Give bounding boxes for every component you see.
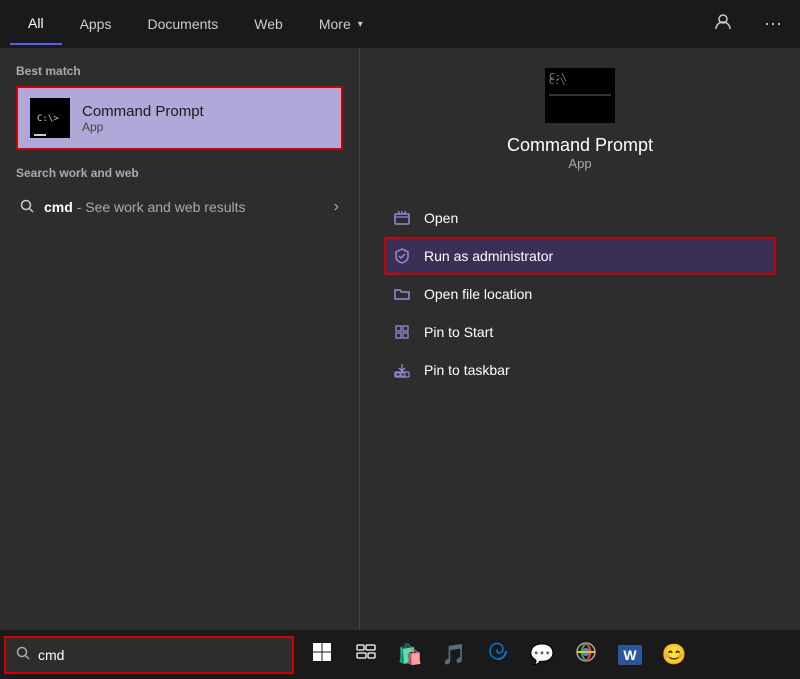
taskbar-spotify[interactable]: 🎵: [434, 636, 474, 674]
action-open[interactable]: Open: [384, 199, 776, 237]
tab-web[interactable]: Web: [236, 4, 301, 44]
action-run-admin[interactable]: Run as administrator: [384, 237, 776, 275]
start-menu: All Apps Documents Web More ▾ ⋯ Best mat…: [0, 0, 800, 630]
chrome-icon: [575, 641, 597, 668]
spotify-icon: 🎵: [442, 642, 467, 667]
app-name: Command Prompt: [82, 103, 204, 120]
taskbar-store[interactable]: 🛍️: [390, 636, 430, 674]
svg-text:C:\: C:\: [549, 77, 565, 87]
store-icon: 🛍️: [398, 642, 423, 667]
taskbar-edge[interactable]: [478, 636, 518, 674]
pin-taskbar-label: Pin to taskbar: [424, 362, 510, 378]
search-web-row[interactable]: cmd - See work and web results ›: [16, 190, 343, 224]
pin-start-icon: [392, 322, 412, 342]
more-options-button[interactable]: ⋯: [756, 10, 790, 39]
action-pin-taskbar[interactable]: Pin to taskbar: [384, 351, 776, 389]
taskbar-chrome[interactable]: [566, 636, 606, 674]
search-web-text: cmd - See work and web results: [44, 199, 246, 215]
tab-more[interactable]: More ▾: [301, 4, 381, 44]
nav-right-icons: ⋯: [706, 9, 790, 40]
shield-icon: [392, 246, 412, 266]
taskbar-teams[interactable]: 💬: [522, 636, 562, 674]
app-preview: C:\ Command Prompt App: [384, 68, 776, 171]
teams-icon: 💬: [530, 642, 555, 667]
taskbar-items: 🛍️ 🎵 💬: [294, 636, 800, 674]
action-list: Open Run as administrator: [384, 199, 776, 389]
nav-bar: All Apps Documents Web More ▾ ⋯: [0, 0, 800, 48]
search-icon: [20, 199, 34, 216]
search-input[interactable]: [38, 647, 282, 663]
user-icon: [714, 13, 732, 31]
pin-start-label: Pin to Start: [424, 324, 493, 340]
best-match-label: Best match: [16, 64, 343, 78]
task-view-icon: [356, 644, 376, 665]
left-panel: Best match C:\> Command Prompt App Searc…: [0, 48, 360, 630]
app-icon: C:\>: [30, 98, 70, 138]
app-preview-icon: C:\: [545, 68, 615, 123]
action-pin-start[interactable]: Pin to Start: [384, 313, 776, 351]
folder-icon: [392, 284, 412, 304]
right-panel: C:\ Command Prompt App: [360, 48, 800, 630]
task-view-button[interactable]: [346, 636, 386, 674]
app-info: Command Prompt App: [82, 103, 204, 134]
taskbar-user[interactable]: 😊: [654, 636, 694, 674]
chevron-down-icon: ▾: [358, 19, 363, 30]
search-web-label: Search work and web: [16, 166, 343, 180]
app-type: App: [82, 120, 204, 134]
word-icon: W: [618, 645, 641, 665]
main-content: Best match C:\> Command Prompt App Searc…: [0, 48, 800, 630]
search-box[interactable]: [4, 636, 294, 674]
app-preview-name: Command Prompt: [507, 135, 653, 156]
tab-all[interactable]: All: [10, 3, 62, 45]
search-chevron-icon: ›: [334, 198, 339, 216]
cmd-preview-svg: C:\: [545, 68, 615, 123]
pin-taskbar-icon: [392, 360, 412, 380]
start-button[interactable]: [302, 636, 342, 674]
taskbar: 🛍️ 🎵 💬: [0, 630, 800, 679]
action-open-location[interactable]: Open file location: [384, 275, 776, 313]
cmd-icon-svg: C:\>: [35, 108, 65, 128]
run-admin-label: Run as administrator: [424, 248, 553, 264]
tab-documents[interactable]: Documents: [129, 4, 236, 44]
app-preview-type: App: [568, 156, 591, 171]
open-label: Open: [424, 210, 458, 226]
user-icon-button[interactable]: [706, 9, 740, 40]
best-match-item[interactable]: C:\> Command Prompt App: [16, 86, 343, 150]
taskbar-word[interactable]: W: [610, 636, 650, 674]
open-location-label: Open file location: [424, 286, 532, 302]
edge-icon: [487, 641, 509, 668]
user-avatar-icon: 😊: [662, 642, 687, 667]
taskbar-search-icon: [16, 646, 30, 663]
windows-icon: [312, 642, 332, 667]
open-icon: [392, 208, 412, 228]
tab-apps[interactable]: Apps: [62, 4, 130, 44]
search-suffix: - See work and web results: [73, 199, 246, 215]
search-query: cmd: [44, 199, 73, 215]
svg-text:C:\>: C:\>: [37, 114, 59, 124]
